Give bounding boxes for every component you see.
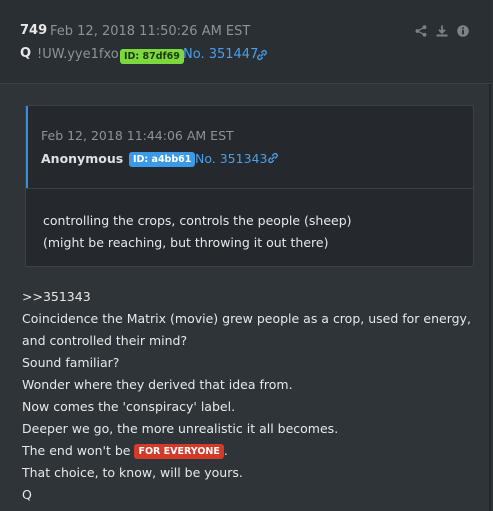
quoted-line: controlling the crops, controls the peop…: [43, 213, 352, 228]
body-line: Sound familiar?: [22, 355, 120, 370]
quoted-author: Anonymous: [41, 151, 124, 166]
post-actions: [415, 25, 469, 37]
quoted-number-link[interactable]: No. 351343: [195, 151, 267, 166]
post-id-badge[interactable]: ID: 87df69: [120, 49, 184, 64]
body-line: Deeper we go, the more unrealistic it al…: [22, 421, 339, 436]
post-author: Q: [20, 46, 32, 61]
quoted-id-badge[interactable]: ID: a4bb61: [129, 152, 196, 167]
body-line: Now comes the 'conspiracy' label.: [22, 399, 236, 414]
body-line: Wonder where they derived that idea from…: [22, 377, 293, 392]
post-number-link[interactable]: No. 351447: [183, 47, 258, 62]
body-line: That choice, to know, will be yours.: [22, 465, 243, 480]
body-line: The end won't be FOR EVERYONE.: [22, 440, 471, 462]
quoted-line: (might be reaching, but throwing it out …: [43, 235, 329, 250]
signature: Q: [22, 487, 32, 502]
link-icon[interactable]: [267, 152, 279, 164]
body-line: and controlled their mind?: [22, 333, 188, 348]
post-date: Feb 12, 2018 11:50:26 AM EST: [50, 24, 251, 39]
download-icon[interactable]: [436, 25, 448, 37]
body-line-prefix: The end won't be: [22, 443, 131, 458]
share-icon[interactable]: [415, 25, 427, 37]
post-header: 749 Feb 12, 2018 11:50:26 AM EST Q !UW.y…: [0, 0, 491, 84]
info-icon[interactable]: [457, 25, 469, 37]
post-body: >>351343 Coincidence the Matrix (movie) …: [22, 286, 471, 506]
quote-accent-bar: [26, 106, 28, 188]
quoted-body: controlling the crops, controls the peop…: [43, 210, 352, 254]
post-tripcode: !UW.yye1fxo: [37, 47, 119, 62]
quote-divider: [26, 188, 473, 189]
post-number: 749: [20, 23, 48, 38]
quoted-date: Feb 12, 2018 11:44:06 AM EST: [41, 128, 234, 143]
quoted-post: Feb 12, 2018 11:44:06 AM EST Anonymous I…: [25, 105, 474, 267]
body-line: Coincidence the Matrix (movie) grew peop…: [22, 311, 471, 326]
post-card: 749 Feb 12, 2018 11:50:26 AM EST Q !UW.y…: [0, 0, 491, 511]
highlight-badge: FOR EVERYONE: [134, 444, 224, 459]
body-line-suffix: .: [223, 443, 228, 458]
reply-reference[interactable]: >>351343: [22, 286, 471, 308]
link-icon[interactable]: [256, 49, 268, 61]
